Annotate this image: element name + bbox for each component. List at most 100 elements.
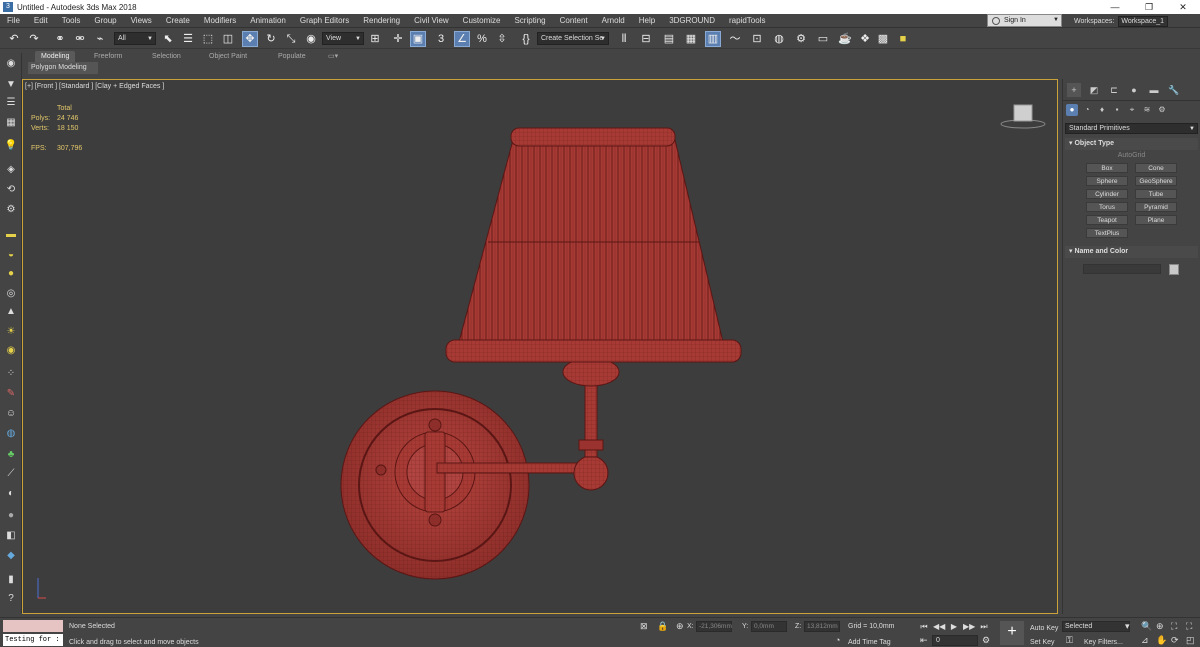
- align-icon[interactable]: ⊟: [638, 31, 654, 47]
- named-selection-sets-dropdown[interactable]: Create Selection Se ▼: [537, 32, 609, 45]
- teapot-button[interactable]: Teapot: [1086, 215, 1128, 225]
- material-editor-icon[interactable]: ◍: [771, 31, 787, 47]
- sign-in-dropdown[interactable]: Sign In ▼: [987, 14, 1062, 27]
- bind-space-warp-icon[interactable]: ⌁: [92, 31, 108, 47]
- display-tab-icon[interactable]: ▬: [1147, 83, 1161, 97]
- globe-icon[interactable]: ◍: [3, 427, 19, 441]
- helper-icon[interactable]: ⟲: [3, 183, 19, 197]
- hierarchy-icon[interactable]: ▦: [3, 116, 19, 130]
- link-icon[interactable]: ⚭: [52, 31, 68, 47]
- close-button[interactable]: ✕: [1166, 0, 1200, 14]
- select-and-scale-icon[interactable]: ⤡: [283, 31, 299, 47]
- cylinder-button[interactable]: Cylinder: [1086, 189, 1128, 199]
- window-crossing-icon[interactable]: ◫: [220, 31, 236, 47]
- system-icon[interactable]: ⚙: [3, 203, 19, 217]
- unlink-icon[interactable]: ⚮: [72, 31, 88, 47]
- previous-frame-icon[interactable]: ◀◀: [933, 621, 945, 632]
- textplus-button[interactable]: TextPlus: [1086, 228, 1128, 238]
- plane-button[interactable]: Plane: [1135, 215, 1177, 225]
- geometry-icon[interactable]: ●: [1066, 104, 1078, 116]
- camera-icon[interactable]: ◈: [3, 163, 19, 177]
- paint-icon[interactable]: ✎: [3, 387, 19, 401]
- pyramid-button[interactable]: Pyramid: [1135, 202, 1177, 212]
- snaps-toggle-icon[interactable]: 3: [433, 31, 449, 47]
- hemisphere-icon[interactable]: ◒: [3, 248, 19, 262]
- set-key-icon[interactable]: +: [1000, 621, 1024, 645]
- utilities-tab-icon[interactable]: 🔧: [1167, 83, 1181, 97]
- zoom-extents-icon[interactable]: ⛶: [1171, 621, 1177, 632]
- selection-lock-icon[interactable]: 🔒: [657, 621, 668, 632]
- select-by-name-icon[interactable]: ☰: [180, 31, 196, 47]
- set-key-button[interactable]: Set Key: [1030, 637, 1055, 647]
- box-button[interactable]: Box: [1086, 163, 1128, 173]
- auto-key-button[interactable]: Auto Key: [1030, 623, 1058, 634]
- torus-button[interactable]: Torus: [1086, 202, 1128, 212]
- workspace-select[interactable]: Workspace_1: [1118, 15, 1169, 27]
- angle-snap-icon[interactable]: ∠: [454, 31, 470, 47]
- render-sphere-icon[interactable]: ●: [3, 509, 19, 523]
- lights-icon[interactable]: ♦: [1096, 104, 1108, 116]
- script-icon[interactable]: ▮: [3, 573, 19, 587]
- isolate-icon[interactable]: ⊠: [640, 621, 648, 632]
- tab-object-paint[interactable]: Object Paint: [209, 51, 247, 62]
- modifier-icon[interactable]: ◧: [3, 529, 19, 543]
- selection-filter-dropdown[interactable]: All ▼: [114, 32, 156, 45]
- list-icon[interactable]: ☰: [3, 96, 19, 110]
- menu-edit[interactable]: Edit: [27, 14, 55, 28]
- help-icon[interactable]: ?: [3, 592, 19, 606]
- menu-modifiers[interactable]: Modifiers: [197, 14, 243, 28]
- scene-explorer-icon[interactable]: ◉: [3, 57, 19, 71]
- menu-content[interactable]: Content: [553, 14, 595, 28]
- redo-icon[interactable]: ↷: [26, 31, 42, 47]
- menu-file[interactable]: File: [0, 14, 27, 28]
- edit-named-selection-icon[interactable]: {}: [518, 31, 534, 47]
- key-mode-toggle-icon[interactable]: ⇤: [920, 635, 928, 646]
- render-setup-icon[interactable]: ⚙: [793, 31, 809, 47]
- object-type-rollout[interactable]: Object Type: [1065, 138, 1198, 150]
- layer-explorer-icon[interactable]: ▦: [683, 31, 699, 47]
- minimize-button[interactable]: —: [1098, 0, 1132, 14]
- particles-icon[interactable]: ⁘: [3, 367, 19, 381]
- menu-views[interactable]: Views: [124, 14, 159, 28]
- key-filters-button[interactable]: Key Filters...: [1084, 637, 1123, 647]
- object-name-field[interactable]: [1083, 264, 1161, 274]
- zoom-icon[interactable]: 🔍: [1141, 621, 1152, 632]
- keyboard-shortcut-override-icon[interactable]: ▣: [410, 31, 426, 47]
- ribbon-options-icon[interactable]: ▭▾: [328, 51, 338, 62]
- current-frame-field[interactable]: 0: [932, 635, 978, 646]
- primitive-category-dropdown[interactable]: Standard Primitives ▼: [1065, 123, 1198, 134]
- menu-help[interactable]: Help: [632, 14, 662, 28]
- menu-graph-editors[interactable]: Graph Editors: [293, 14, 356, 28]
- field-of-view-icon[interactable]: ⊿: [1141, 635, 1149, 646]
- tab-selection[interactable]: Selection: [152, 51, 181, 62]
- sphere-button[interactable]: Sphere: [1086, 176, 1128, 186]
- cameras-icon[interactable]: ▪: [1111, 104, 1123, 116]
- hierarchy-tab-icon[interactable]: ⊏: [1107, 83, 1121, 97]
- maxscript-listener[interactable]: [3, 620, 63, 632]
- tab-modeling[interactable]: Modeling: [35, 51, 76, 62]
- menu-rendering[interactable]: Rendering: [356, 14, 407, 28]
- menu-3dground[interactable]: 3DGROUND: [662, 14, 722, 28]
- systems-icon[interactable]: ⚙: [1156, 104, 1168, 116]
- go-to-start-icon[interactable]: ⏮: [918, 621, 930, 632]
- sphere-light-icon[interactable]: ◉: [3, 344, 19, 358]
- motion-tab-icon[interactable]: ●: [1127, 83, 1141, 97]
- mirror-icon[interactable]: ⫴: [616, 31, 632, 47]
- sun-icon[interactable]: ☀: [3, 325, 19, 339]
- helpers-icon[interactable]: ⌖: [1126, 104, 1138, 116]
- sphere-icon[interactable]: ●: [3, 267, 19, 281]
- light-icon[interactable]: 💡: [3, 139, 19, 153]
- spinner-snap-icon[interactable]: ⇳: [494, 31, 510, 47]
- torus-icon[interactable]: ◎: [3, 287, 19, 301]
- cloth-icon[interactable]: ◐: [3, 487, 19, 501]
- scene-explorer-icon[interactable]: ▤: [661, 31, 677, 47]
- bone-icon[interactable]: ⟋: [3, 467, 19, 481]
- render-production-icon[interactable]: ☕: [837, 31, 853, 47]
- add-time-tag[interactable]: Add Time Tag: [848, 639, 891, 646]
- menu-animation[interactable]: Animation: [243, 14, 293, 28]
- maxscript-input[interactable]: Testing for :: [3, 634, 63, 646]
- key-filter-icon[interactable]: ⚿: [1066, 635, 1073, 646]
- schematic-view-icon[interactable]: ⊡: [749, 31, 765, 47]
- create-tab-icon[interactable]: +: [1067, 83, 1081, 97]
- toggle-ribbon-icon[interactable]: ▥: [705, 31, 721, 47]
